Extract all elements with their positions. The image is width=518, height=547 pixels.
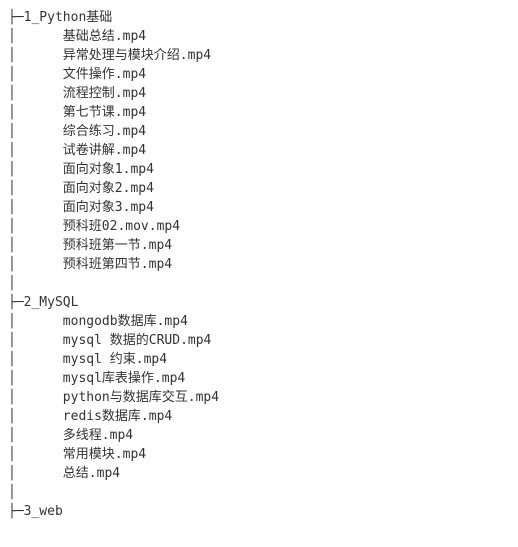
file-line: │ python与数据库交互.mp4: [8, 388, 510, 407]
file-line: │ 文件操作.mp4: [8, 65, 510, 84]
file-line: │ 综合练习.mp4: [8, 122, 510, 141]
tree-pipe-icon: │: [8, 371, 63, 386]
file-name: 常用模块.mp4: [63, 447, 146, 462]
tree-pipe-icon: │: [8, 105, 63, 120]
file-line: │ mysql库表操作.mp4: [8, 369, 510, 388]
file-name: 总结.mp4: [63, 466, 120, 481]
tree-branch-icon: ├─: [8, 10, 24, 25]
file-name: 面向对象1.mp4: [63, 162, 154, 177]
file-line: │ 常用模块.mp4: [8, 445, 510, 464]
tree-branch-icon: ├─: [8, 295, 24, 310]
file-line: │ 试卷讲解.mp4: [8, 141, 510, 160]
file-line: │ 多线程.mp4: [8, 426, 510, 445]
file-line: │ 流程控制.mp4: [8, 84, 510, 103]
tree-pipe-icon: │: [8, 86, 63, 101]
file-name: mysql库表操作.mp4: [63, 371, 185, 386]
folder-line: ├─2_MySQL: [8, 293, 510, 312]
file-name: python与数据库交互.mp4: [63, 390, 219, 405]
folder-name: 2_MySQL: [24, 295, 79, 310]
folder-name: 1_Python基础: [24, 10, 113, 25]
tree-pipe-icon: │: [8, 390, 63, 405]
tree-pipe-icon: │: [8, 29, 63, 44]
tree-pipe-icon: │: [8, 162, 63, 177]
tree-pipe-icon: │: [8, 428, 63, 443]
tree-pipe-icon: │: [8, 48, 63, 63]
file-name: mysql 数据的CRUD.mp4: [63, 333, 212, 348]
tree-pipe-icon: │: [8, 67, 63, 82]
file-name: 预科班02.mov.mp4: [63, 219, 180, 234]
file-line: │ 基础总结.mp4: [8, 27, 510, 46]
tree-pipe-icon: │: [8, 447, 63, 462]
file-name: 面向对象2.mp4: [63, 181, 154, 196]
tree-pipe-icon: │: [8, 238, 63, 253]
tree-branch-icon: ├─: [8, 504, 24, 519]
file-name: 综合练习.mp4: [63, 124, 146, 139]
tree-pipe-icon: │: [8, 181, 63, 196]
directory-tree: ├─1_Python基础│ 基础总结.mp4│ 异常处理与模块介绍.mp4│ 文…: [8, 8, 510, 521]
tree-pipe-icon: │: [8, 200, 63, 215]
tree-pipe-icon: │: [8, 352, 63, 367]
file-line: │ 预科班02.mov.mp4: [8, 217, 510, 236]
file-name: 流程控制.mp4: [63, 86, 146, 101]
file-name: mongodb数据库.mp4: [63, 314, 188, 329]
tree-spacer: │: [8, 483, 510, 502]
tree-pipe-icon: │: [8, 333, 63, 348]
file-name: 第七节课.mp4: [63, 105, 146, 120]
file-line: │ 面向对象2.mp4: [8, 179, 510, 198]
file-name: 基础总结.mp4: [63, 29, 146, 44]
tree-pipe-icon: │: [8, 143, 63, 158]
tree-pipe-icon: │: [8, 219, 63, 234]
tree-pipe-icon: │: [8, 466, 63, 481]
file-line: │ 总结.mp4: [8, 464, 510, 483]
file-name: 预科班第一节.mp4: [63, 238, 172, 253]
tree-pipe-icon: │: [8, 257, 63, 272]
file-name: redis数据库.mp4: [63, 409, 172, 424]
tree-spacer: │: [8, 274, 510, 293]
file-name: 面向对象3.mp4: [63, 200, 154, 215]
file-line: │ 面向对象3.mp4: [8, 198, 510, 217]
tree-pipe-icon: │: [8, 276, 16, 291]
file-name: 文件操作.mp4: [63, 67, 146, 82]
tree-pipe-icon: │: [8, 124, 63, 139]
file-line: │ mysql 数据的CRUD.mp4: [8, 331, 510, 350]
tree-pipe-icon: │: [8, 409, 63, 424]
file-name: 试卷讲解.mp4: [63, 143, 146, 158]
file-name: mysql 约束.mp4: [63, 352, 167, 367]
file-name: 多线程.mp4: [63, 428, 133, 443]
file-line: │ mysql 约束.mp4: [8, 350, 510, 369]
file-line: │ redis数据库.mp4: [8, 407, 510, 426]
file-line: │ 异常处理与模块介绍.mp4: [8, 46, 510, 65]
file-name: 预科班第四节.mp4: [63, 257, 172, 272]
file-line: │ 面向对象1.mp4: [8, 160, 510, 179]
folder-name: 3_web: [24, 504, 63, 519]
tree-pipe-icon: │: [8, 314, 63, 329]
tree-pipe-icon: │: [8, 485, 16, 500]
folder-line: ├─3_web: [8, 502, 510, 521]
file-line: │ 第七节课.mp4: [8, 103, 510, 122]
folder-line: ├─1_Python基础: [8, 8, 510, 27]
file-line: │ 预科班第一节.mp4: [8, 236, 510, 255]
file-name: 异常处理与模块介绍.mp4: [63, 48, 211, 63]
file-line: │ 预科班第四节.mp4: [8, 255, 510, 274]
file-line: │ mongodb数据库.mp4: [8, 312, 510, 331]
